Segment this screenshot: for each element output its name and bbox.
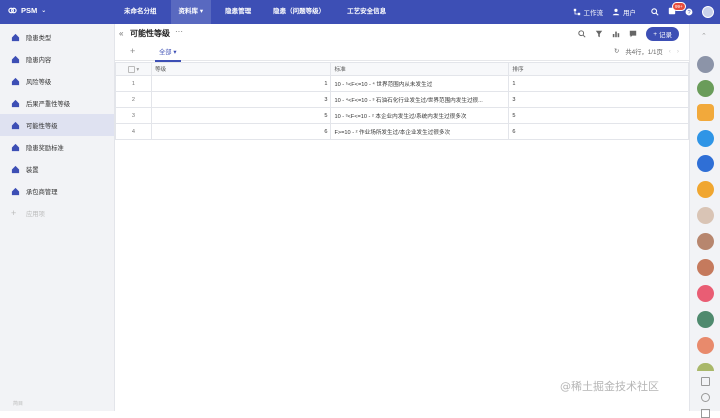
add-record-button[interactable]: + 记录 — [646, 27, 679, 41]
home-icon — [11, 77, 20, 85]
chevron-down-icon: ▾ — [173, 49, 177, 56]
comment-icon[interactable] — [629, 30, 637, 38]
sidebar-item-hazard-type[interactable]: 隐患类型 — [0, 26, 114, 48]
right-app-bar: ⌃ — [689, 24, 720, 418]
avatar-app-icon[interactable] — [697, 363, 714, 371]
collapse-sidebar-icon[interactable]: « — [119, 29, 123, 38]
app-logo[interactable]: PSM ⌄ — [8, 6, 46, 15]
main-area: « 可能性等级 ··· + 记录 + 全部 ▾ ↻ 共4行，1/1页 ‹ › ▾ … — [115, 24, 689, 411]
home-icon — [11, 187, 20, 195]
app-name: PSM — [21, 6, 38, 15]
avatar-app-icon[interactable] — [697, 259, 714, 276]
users-button[interactable]: 用户 — [612, 7, 636, 17]
refresh-icon[interactable]: ↻ — [614, 48, 619, 55]
chevron-down-icon: ▾ — [199, 8, 204, 15]
table-row[interactable]: 2 3 10 - ⁴<F<=10 - ³ 石油石化行业发生过/世界范围内发生过很… — [115, 91, 689, 108]
notification-app-icon[interactable] — [697, 56, 714, 73]
table-row[interactable]: 1 1 10 - ⁵<F<=10 - ⁴ 世界范围内从未发生过 1 — [115, 75, 689, 92]
top-nav: 未命名分组 资料库 ▾ 隐患管理 隐患（问题等级） 工艺安全信息 — [116, 0, 400, 24]
org-chart-app-icon[interactable] — [697, 155, 714, 172]
sidebar-item-likelihood-level[interactable]: 可能性等级 — [0, 114, 114, 136]
chevron-up-icon[interactable]: ⌃ — [701, 32, 707, 40]
calendar-app-icon[interactable] — [697, 285, 714, 302]
nav-item-active[interactable]: 资料库 ▾ — [170, 0, 212, 24]
search-icon[interactable] — [651, 8, 659, 16]
prev-page-button[interactable]: ‹ — [669, 48, 671, 55]
nav-item[interactable]: 隐患管理 — [217, 0, 259, 24]
avatar-app-icon[interactable] — [697, 337, 714, 354]
select-all-checkbox[interactable]: ▾ — [115, 62, 152, 76]
nav-item[interactable]: 未命名分组 — [116, 0, 165, 24]
home-icon — [11, 121, 20, 129]
sidebar-add-item[interactable]: + 应用项 — [0, 202, 114, 224]
svg-text:?: ? — [687, 10, 690, 16]
workflow-button[interactable]: 工作流 — [573, 7, 603, 17]
sidebar-item-hazard-content[interactable]: 隐患内容 — [0, 48, 114, 70]
tab-all[interactable]: 全部 ▾ — [155, 47, 181, 62]
user-avatar[interactable] — [702, 6, 714, 18]
cube-app-icon[interactable] — [697, 104, 714, 121]
notification-button[interactable]: 99+ — [668, 2, 686, 17]
sidebar-item-severity-level[interactable]: 后果严重性等级 — [0, 92, 114, 114]
avatar-app-icon[interactable] — [697, 80, 714, 97]
home-icon — [11, 165, 20, 173]
link-icon — [8, 7, 17, 14]
column-header-standard[interactable]: 标准 — [330, 62, 510, 76]
data-table: ▾ 等级 标准 排序 1 1 10 - ⁵<F<=10 - ⁴ 世界范围内从未发… — [115, 62, 689, 140]
sidebar-item-risk-level[interactable]: 风险等级 — [0, 70, 114, 92]
chevron-down-icon: ⌄ — [41, 8, 47, 14]
plus-icon: + — [653, 30, 657, 38]
plus-icon: + — [11, 208, 17, 218]
column-header-order[interactable]: 排序 — [508, 62, 689, 76]
briefcase-app-icon[interactable] — [697, 311, 714, 328]
nav-item[interactable]: 工艺安全信息 — [339, 0, 394, 24]
sidebar-item-contractor[interactable]: 承包商管理 — [0, 180, 114, 202]
sidebar-item-device[interactable]: 装置 — [0, 158, 114, 180]
home-icon — [11, 143, 20, 151]
next-page-button[interactable]: › — [677, 48, 679, 55]
top-bar: PSM ⌄ 未命名分组 资料库 ▾ 隐患管理 隐患（问题等级） 工艺安全信息 工… — [0, 0, 720, 24]
notification-badge: 99+ — [672, 2, 686, 11]
more-icon[interactable]: ··· — [175, 27, 183, 36]
sidebar: 隐患类型 隐患内容 风险等级 后果严重性等级 可能性等级 隐患奖励标准 装置 承… — [0, 24, 115, 411]
workflow-icon — [573, 8, 580, 16]
users-icon — [612, 8, 620, 16]
add-view-button[interactable]: + — [130, 46, 135, 56]
table-row[interactable]: 4 6 F>=10 - ² 作业场所发生过/本企业发生过很多次 6 — [115, 123, 689, 140]
avatar-app-icon[interactable] — [697, 207, 714, 224]
column-header-grade[interactable]: 等级 — [150, 62, 332, 76]
pagination-info: 共4行，1/1页 — [625, 49, 663, 56]
settings-icon[interactable] — [701, 393, 710, 402]
nav-item[interactable]: 隐患（问题等级） — [265, 0, 333, 24]
expand-icon[interactable] — [701, 409, 710, 418]
page-title: 可能性等级 — [130, 29, 170, 38]
home-icon — [11, 99, 20, 107]
contacts-icon[interactable] — [701, 377, 710, 386]
help-icon[interactable]: ? — [685, 8, 693, 16]
chat-app-icon[interactable] — [697, 130, 714, 147]
search-icon[interactable] — [578, 30, 586, 38]
table-row[interactable]: 3 5 10 - ³<F<=10 - ² 本企业内发生过/系统内发生过很多次 5 — [115, 107, 689, 124]
home-icon — [11, 33, 20, 41]
grid-app-icon[interactable] — [697, 181, 714, 198]
sidebar-footer: 简目 — [13, 401, 24, 407]
home-icon — [11, 55, 20, 63]
statistics-icon[interactable] — [612, 30, 620, 38]
filter-icon[interactable] — [595, 30, 603, 38]
sidebar-item-reward-standard[interactable]: 隐患奖励标准 — [0, 136, 114, 158]
watermark: @稀土掘金技术社区 — [560, 380, 659, 393]
avatar-app-icon[interactable] — [697, 233, 714, 250]
